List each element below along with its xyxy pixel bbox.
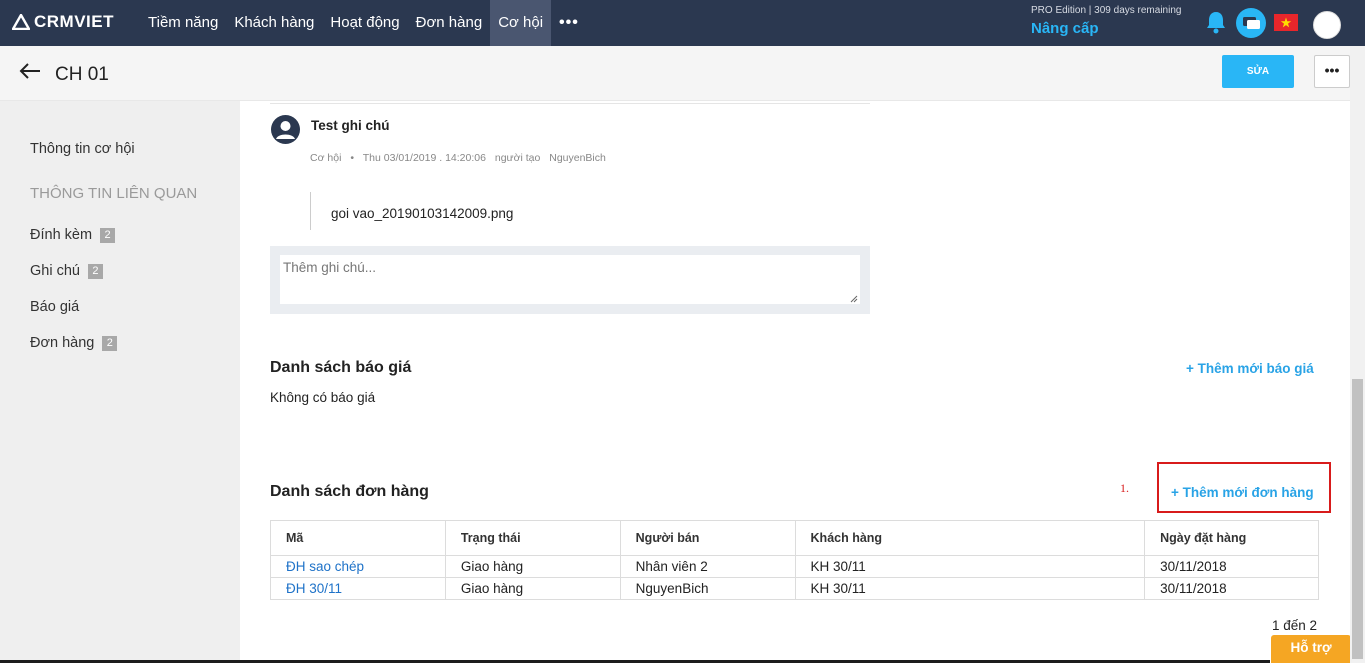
order-link[interactable]: ĐH sao chép	[286, 559, 364, 574]
page-title: CH 01	[55, 64, 109, 85]
user-avatar-icon	[271, 115, 300, 144]
more-options-button[interactable]: •••	[1314, 55, 1350, 88]
cell-seller: NguyenBich	[619, 577, 796, 600]
edit-button[interactable]: SỬA	[1222, 55, 1294, 88]
cell-code: ĐH sao chép	[270, 555, 446, 578]
sidebar-item-notes[interactable]: Ghi chú 2	[30, 263, 103, 279]
support-button[interactable]: Hỗ trợ	[1271, 635, 1351, 663]
note-type: Cơ hội	[310, 152, 342, 164]
quotes-section-title: Danh sách báo giá	[270, 359, 412, 376]
meta-separator: •	[350, 152, 355, 164]
add-order-link[interactable]: + Thêm mới đơn hàng	[1171, 485, 1314, 500]
flag-star-icon	[1280, 17, 1292, 28]
note-meta: Cơ hội • Thu 03/01/2019 . 14:20:06 người…	[310, 152, 612, 164]
vietnam-flag-icon[interactable]	[1274, 14, 1298, 31]
sidebar-item-opportunity-info[interactable]: Thông tin cơ hội	[30, 141, 135, 157]
menu-item-leads[interactable]: Tiềm năng	[140, 0, 226, 46]
menu-item-orders[interactable]: Đơn hàng	[408, 0, 491, 46]
sidebar-item-label: Đơn hàng	[30, 335, 95, 351]
note-compose-box	[270, 246, 870, 314]
cell-code: ĐH 30/11	[270, 577, 446, 600]
sidebar-item-orders[interactable]: Đơn hàng 2	[30, 335, 118, 351]
cell-status: Giao hàng	[444, 577, 621, 600]
chat-icon[interactable]	[1236, 8, 1266, 38]
orders-table: Mã Trạng thái Người bán Khách hàng Ngày …	[270, 520, 1319, 600]
upgrade-link[interactable]: Nâng cấp	[1031, 20, 1099, 37]
table-header-row: Mã Trạng thái Người bán Khách hàng Ngày …	[270, 520, 1319, 556]
menu-item-customers[interactable]: Khách hàng	[226, 0, 322, 46]
cell-seller: Nhân viên 2	[619, 555, 796, 578]
column-header-customer[interactable]: Khách hàng	[794, 520, 1146, 556]
sidebar-item-label: Thông tin cơ hội	[30, 141, 135, 157]
divider	[270, 103, 870, 104]
table-row: ĐH sao chép Giao hàng Nhân viên 2 KH 30/…	[270, 555, 1319, 578]
quotes-empty-text: Không có báo giá	[270, 390, 376, 405]
note-input[interactable]	[280, 255, 860, 304]
back-arrow-icon[interactable]	[18, 61, 42, 81]
attachment-link[interactable]: goi vao_20190103142009.png	[310, 192, 513, 230]
page-scrollbar[interactable]	[1350, 46, 1365, 663]
cell-customer: KH 30/11	[794, 555, 1146, 578]
menu-item-activities[interactable]: Hoạt động	[322, 0, 407, 46]
sidebar-item-label: Đính kèm	[30, 227, 93, 243]
count-badge: 2	[87, 263, 103, 279]
note-datetime: Thu 03/01/2019 . 14:20:06	[362, 152, 486, 164]
resize-handle-icon[interactable]	[850, 295, 858, 303]
main-content: Test ghi chú Cơ hội • Thu 03/01/2019 . 1…	[240, 101, 1350, 663]
main-menu: Tiềm năng Khách hàng Hoạt động Đơn hàng …	[140, 0, 587, 46]
cell-order-date: 30/11/2018	[1144, 577, 1319, 600]
pagination-info: 1 đến 2	[1272, 618, 1318, 633]
cell-status: Giao hàng	[444, 555, 621, 578]
logo-text: CRMVIET	[34, 12, 114, 31]
count-badge: 2	[102, 335, 118, 351]
column-header-seller[interactable]: Người bán	[619, 520, 796, 556]
chat-bubble-icon	[1243, 17, 1260, 29]
column-header-status[interactable]: Trạng thái	[444, 520, 621, 556]
sidebar: Thông tin cơ hội THÔNG TIN LIÊN QUAN Đín…	[0, 101, 240, 663]
crmviet-logo[interactable]: CRMVIET	[12, 12, 114, 32]
sidebar-related-heading: THÔNG TIN LIÊN QUAN	[30, 185, 198, 202]
top-navbar: CRMVIET Tiềm năng Khách hàng Hoạt động Đ…	[0, 0, 1365, 46]
menu-more-button[interactable]: •••	[551, 0, 587, 46]
logo-icon	[12, 14, 30, 30]
orders-section-title: Danh sách đơn hàng	[270, 483, 429, 500]
bell-icon[interactable]	[1205, 10, 1227, 34]
sidebar-item-attachments[interactable]: Đính kèm 2	[30, 227, 116, 243]
note-title: Test ghi chú	[311, 118, 390, 133]
column-header-code[interactable]: Mã	[270, 520, 446, 556]
annotation-number: 1.	[1120, 481, 1129, 495]
sidebar-item-quotes[interactable]: Báo giá	[30, 299, 79, 315]
note-creator: NguyenBich	[549, 152, 606, 164]
sidebar-item-label: Báo giá	[30, 299, 80, 315]
add-quote-link[interactable]: + Thêm mới báo giá	[1186, 361, 1314, 376]
note-creator-label: người tạo	[494, 152, 541, 164]
order-link[interactable]: ĐH 30/11	[286, 581, 342, 596]
column-header-order-date[interactable]: Ngày đặt hàng	[1144, 520, 1319, 556]
edition-info: PRO Edition | 309 days remaining	[1031, 5, 1182, 16]
cell-order-date: 30/11/2018	[1144, 555, 1319, 578]
count-badge: 2	[100, 227, 116, 243]
user-avatar[interactable]	[1313, 11, 1341, 39]
menu-item-opportunities[interactable]: Cơ hội	[490, 0, 552, 46]
scrollbar-thumb[interactable]	[1352, 379, 1363, 659]
record-header: CH 01 SỬA •••	[0, 46, 1365, 101]
cell-customer: KH 30/11	[794, 577, 1146, 600]
table-row: ĐH 30/11 Giao hàng NguyenBich KH 30/11 3…	[270, 577, 1319, 600]
sidebar-item-label: Ghi chú	[30, 263, 80, 279]
